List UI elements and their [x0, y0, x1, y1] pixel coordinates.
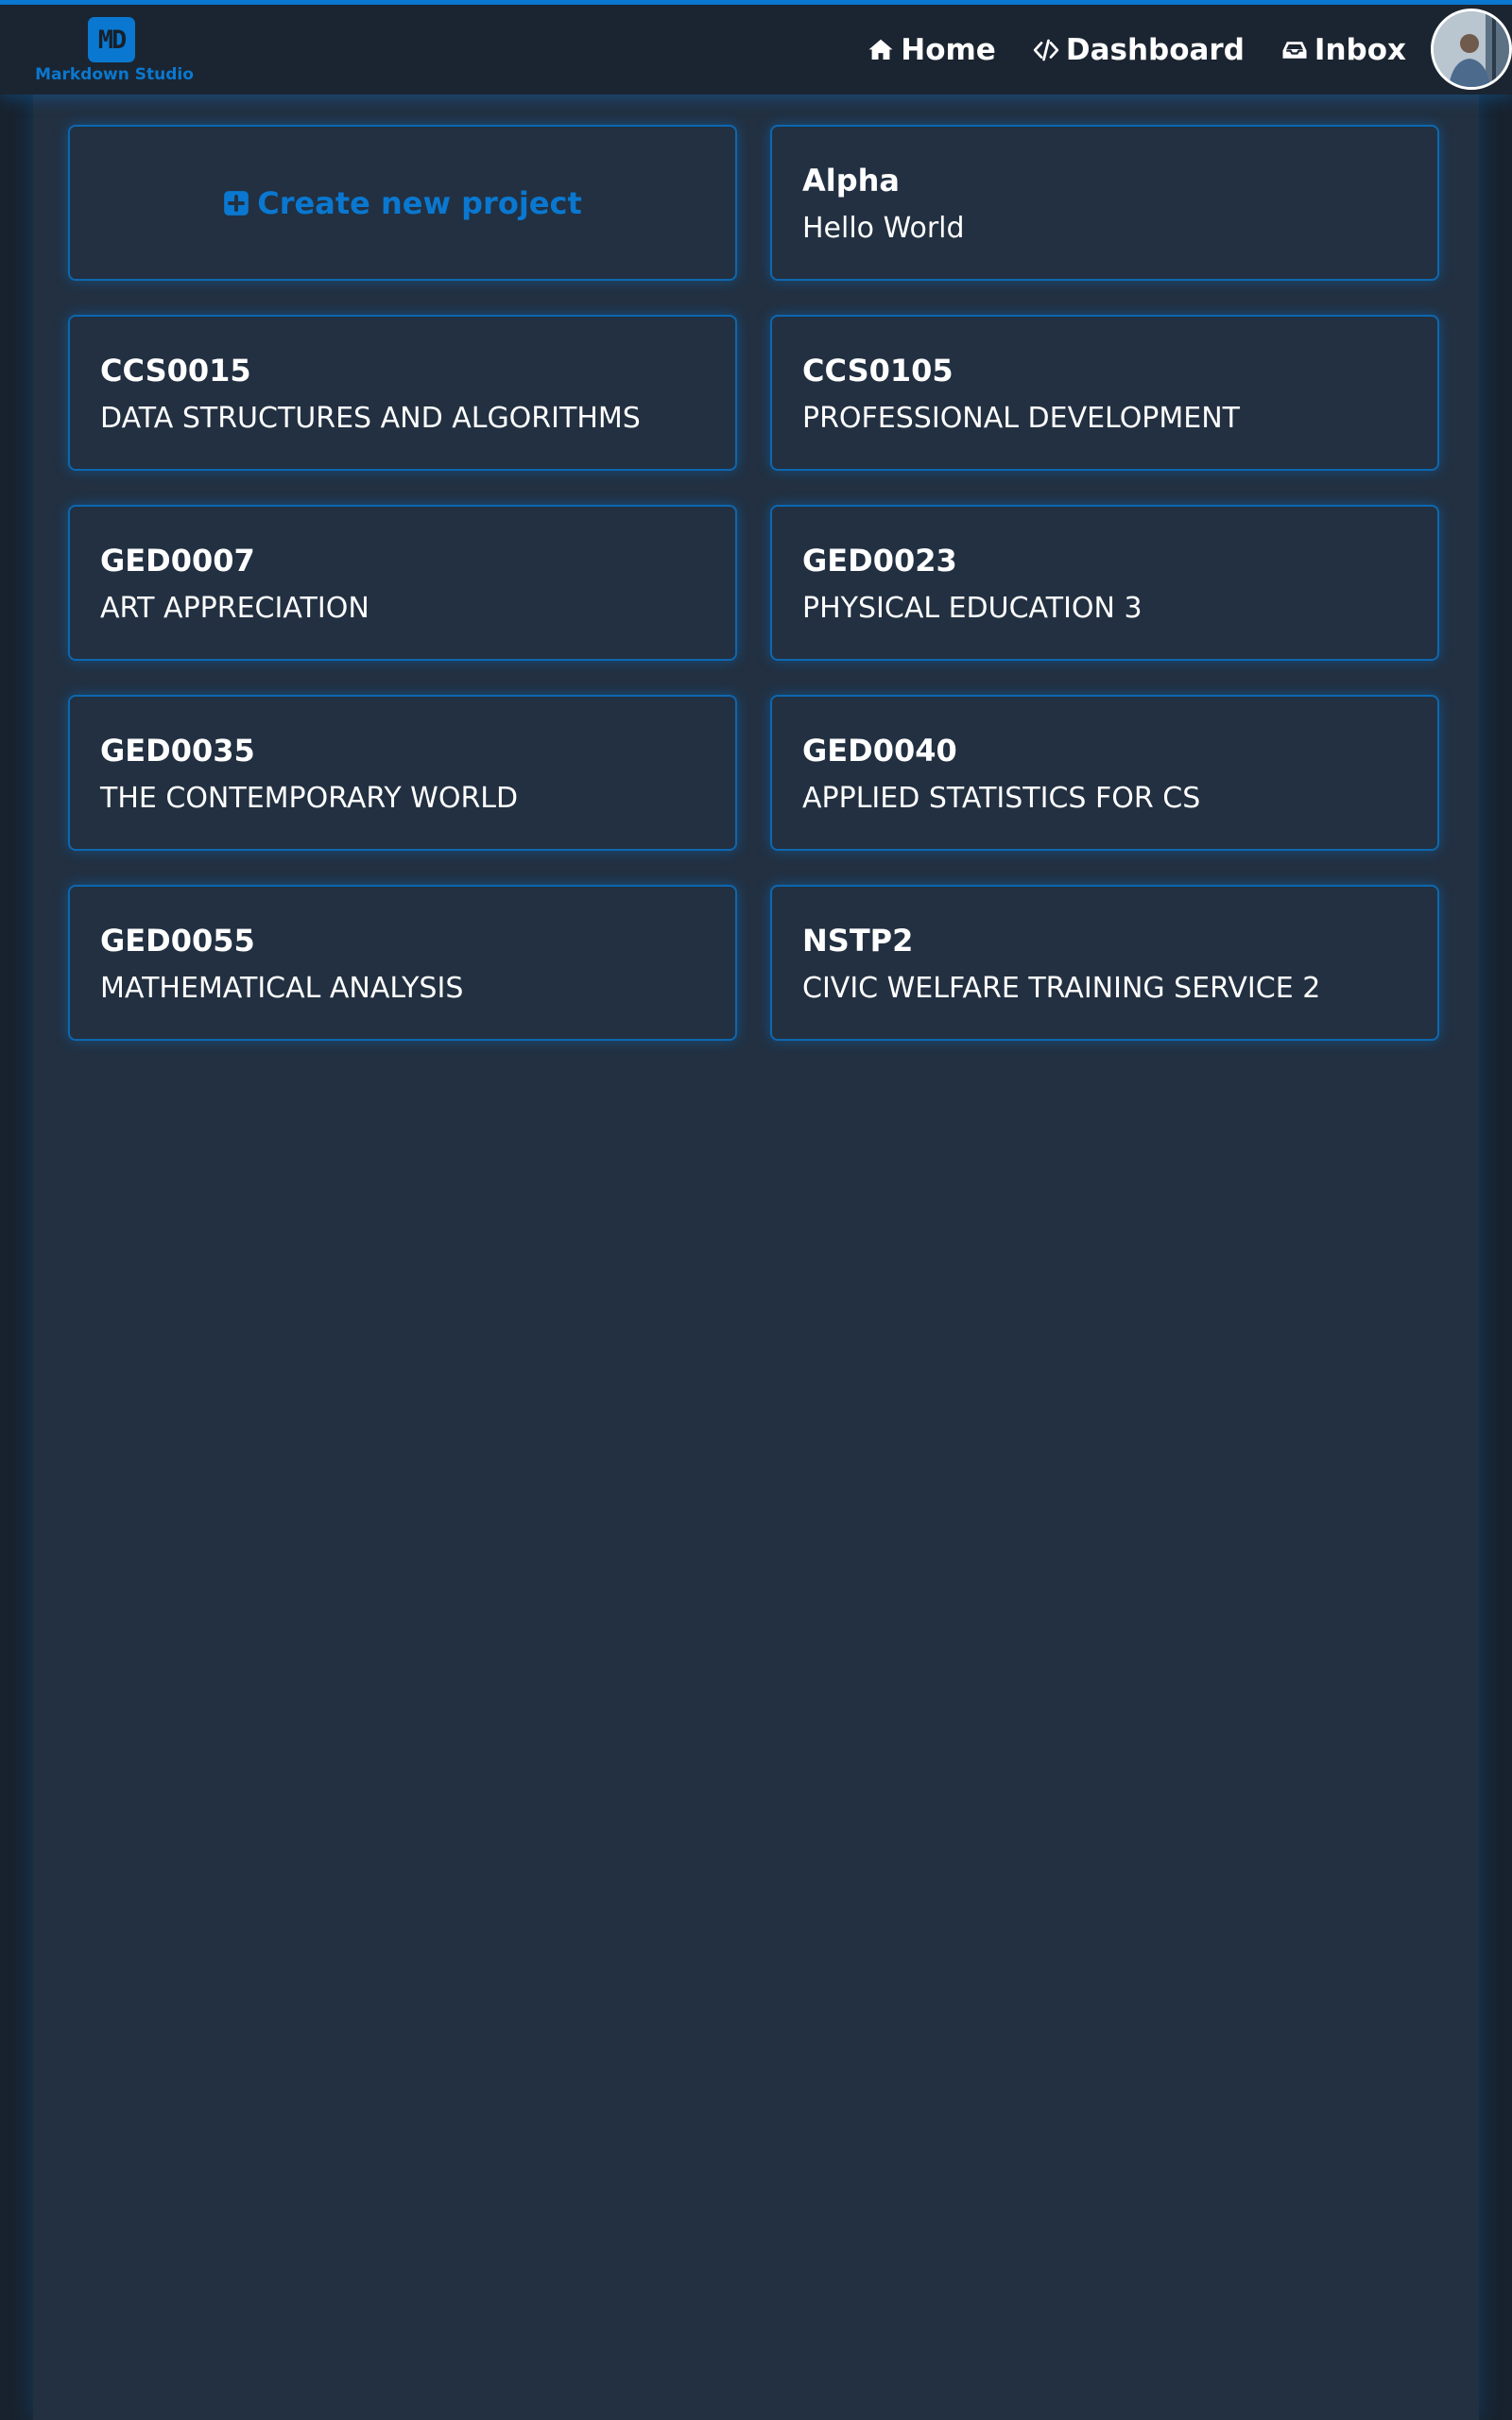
project-code: NSTP2: [802, 923, 914, 959]
nav-inbox[interactable]: Inbox: [1280, 33, 1406, 67]
project-title: Hello World: [802, 212, 965, 245]
project-card-ccs0015[interactable]: CCS0015 DATA STRUCTURES AND ALGORITHMS: [68, 315, 737, 471]
project-card-ged0040[interactable]: GED0040 APPLIED STATISTICS FOR CS: [770, 695, 1439, 851]
project-code: CCS0105: [802, 353, 954, 389]
project-code: GED0040: [802, 733, 957, 769]
nav-dashboard[interactable]: Dashboard: [1032, 33, 1245, 67]
create-project-label: Create new project: [257, 184, 582, 221]
project-card-ged0007[interactable]: GED0007 ART APPRECIATION: [68, 505, 737, 661]
navbar: MD Markdown Studio Home Dashboard Inbox: [0, 5, 1512, 95]
user-avatar[interactable]: [1431, 9, 1512, 90]
project-title: DATA STRUCTURES AND ALGORITHMS: [100, 402, 641, 435]
plus-square-icon: [223, 190, 249, 216]
project-code: GED0007: [100, 543, 255, 579]
nav-inbox-label: Inbox: [1314, 32, 1406, 67]
project-code: Alpha: [802, 163, 901, 199]
project-title: ART APPRECIATION: [100, 592, 369, 625]
project-code: CCS0015: [100, 353, 251, 389]
logo-mark-text: MD: [97, 25, 127, 55]
project-card-ged0035[interactable]: GED0035 THE CONTEMPORARY WORLD: [68, 695, 737, 851]
code-icon: [1032, 36, 1060, 64]
project-card-ged0055[interactable]: GED0055 MATHEMATICAL ANALYSIS: [68, 885, 737, 1041]
project-code: GED0055: [100, 923, 255, 959]
project-title: PHYSICAL EDUCATION 3: [802, 592, 1143, 625]
project-title: MATHEMATICAL ANALYSIS: [100, 972, 464, 1005]
home-icon: [867, 36, 895, 64]
project-code: GED0023: [802, 543, 957, 579]
project-title: PROFESSIONAL DEVELOPMENT: [802, 402, 1241, 435]
inbox-icon: [1280, 36, 1309, 64]
brand-logo[interactable]: MD Markdown Studio: [28, 10, 200, 92]
logo-mark: MD: [88, 17, 135, 62]
project-card-alpha[interactable]: Alpha Hello World: [770, 125, 1439, 281]
create-project-card[interactable]: Create new project: [68, 125, 737, 281]
nav-links: Home Dashboard Inbox: [831, 5, 1406, 95]
nav-home[interactable]: Home: [867, 33, 996, 67]
nav-dashboard-label: Dashboard: [1065, 32, 1245, 67]
project-card-nstp2[interactable]: NSTP2 CIVIC WELFARE TRAINING SERVICE 2: [770, 885, 1439, 1041]
nav-home-label: Home: [901, 32, 996, 67]
project-card-ccs0105[interactable]: CCS0105 PROFESSIONAL DEVELOPMENT: [770, 315, 1439, 471]
brand-name: Markdown Studio: [35, 65, 194, 84]
project-title: APPLIED STATISTICS FOR CS: [802, 782, 1201, 815]
project-code: GED0035: [100, 733, 255, 769]
project-grid: Create new project Alpha Hello World CCS…: [33, 95, 1479, 2420]
project-title: THE CONTEMPORARY WORLD: [100, 782, 519, 815]
project-title: CIVIC WELFARE TRAINING SERVICE 2: [802, 972, 1321, 1005]
project-card-ged0023[interactable]: GED0023 PHYSICAL EDUCATION 3: [770, 505, 1439, 661]
